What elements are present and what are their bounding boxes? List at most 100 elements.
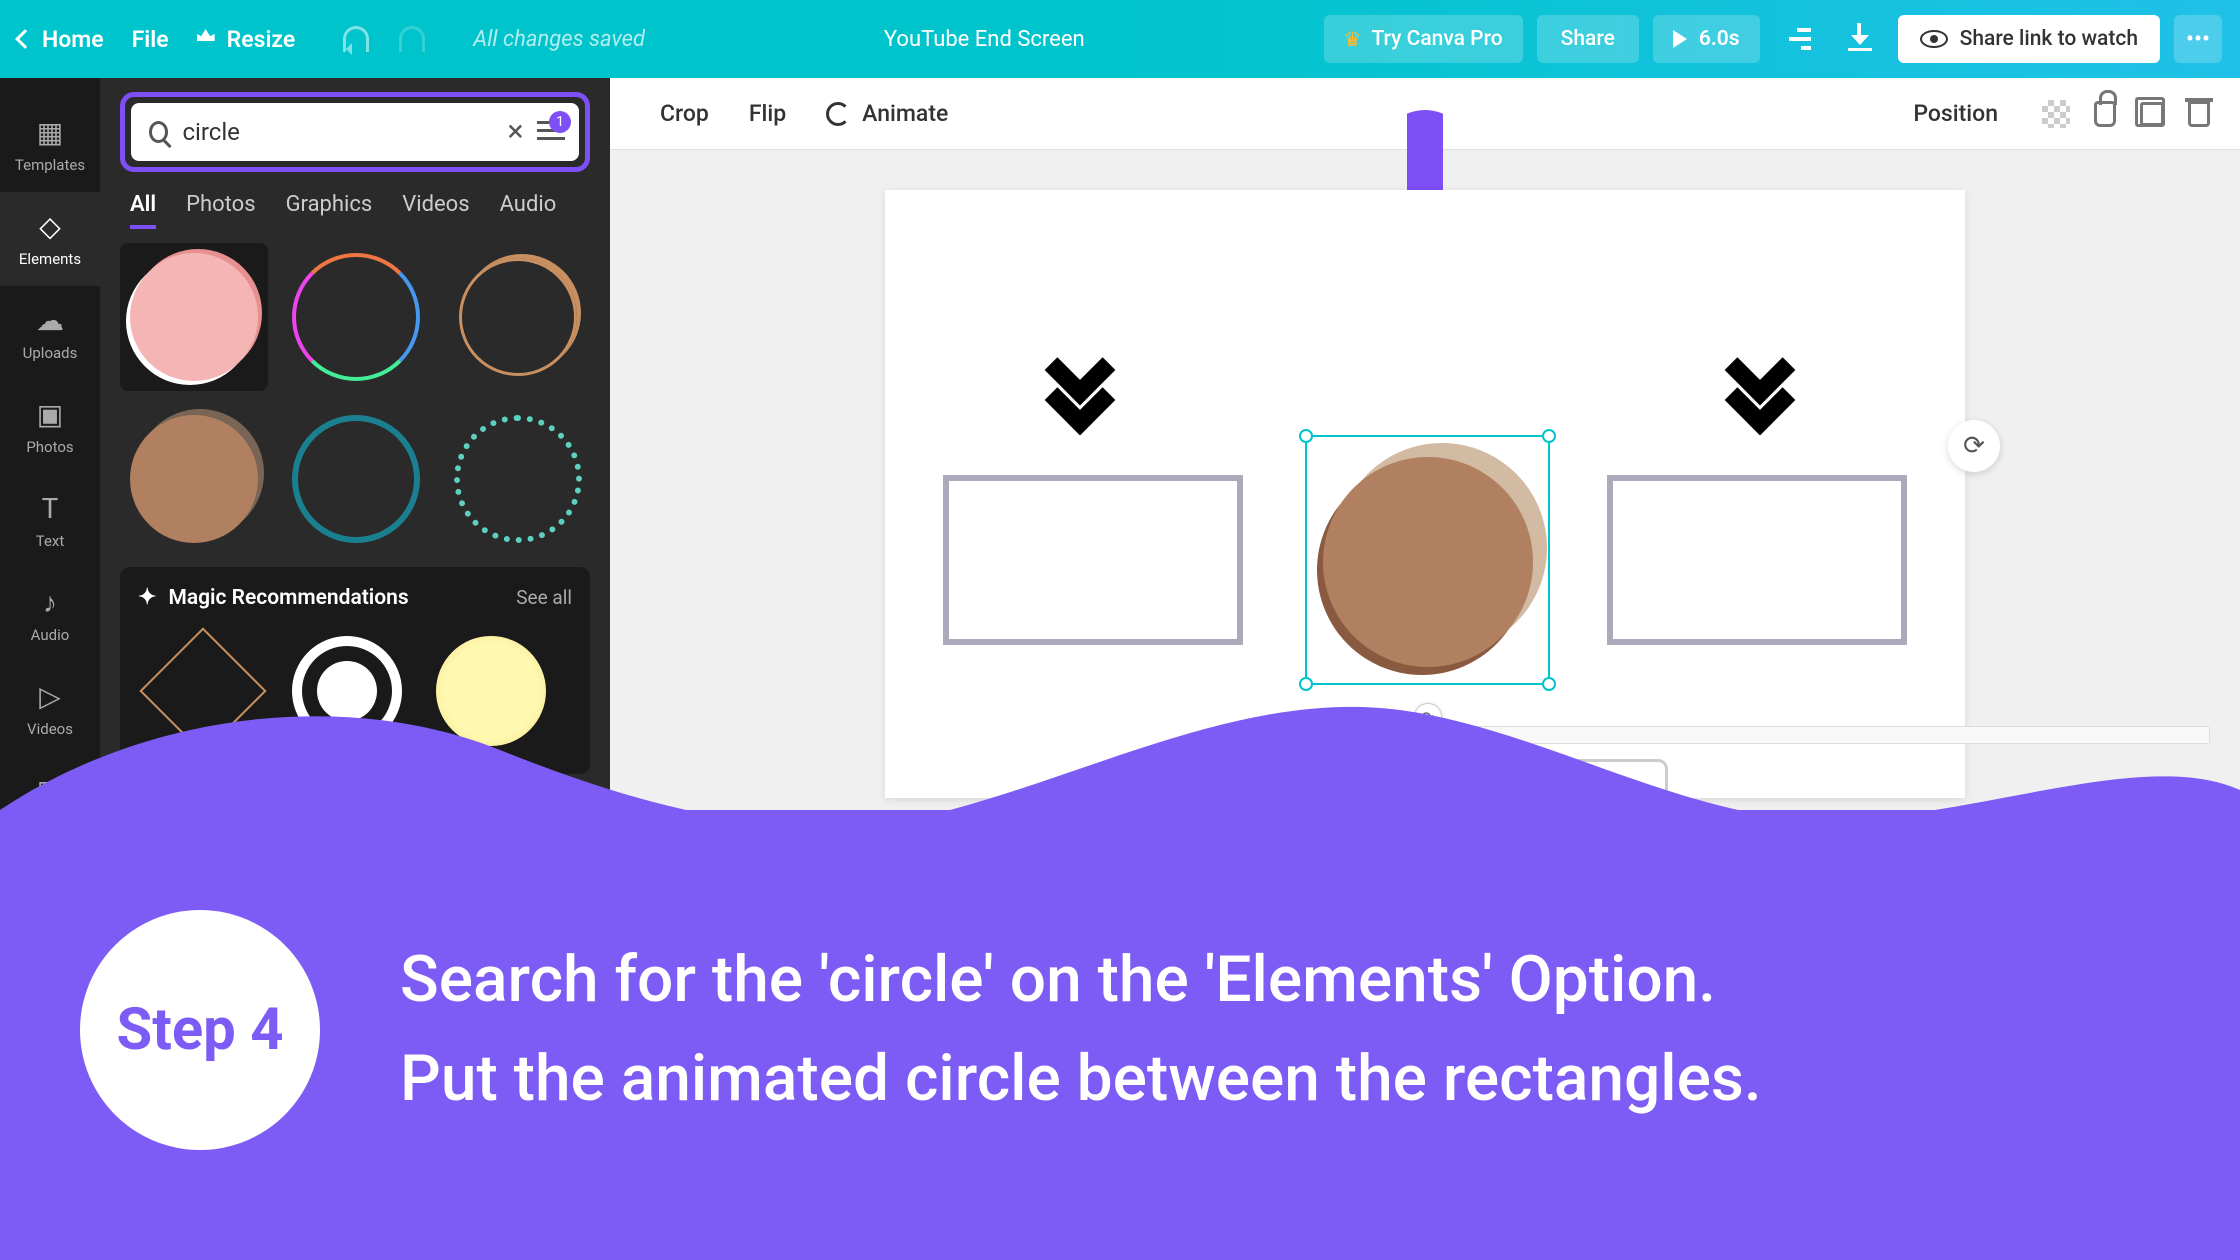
search-filter-button[interactable]: 1 bbox=[537, 121, 561, 143]
more-options-button[interactable]: ••• bbox=[2174, 15, 2222, 63]
duplicate-button[interactable] bbox=[2140, 102, 2164, 126]
element-result[interactable] bbox=[444, 405, 592, 553]
search-highlight: × 1 bbox=[120, 92, 590, 172]
try-pro-button[interactable]: ♛ Try Canva Pro bbox=[1324, 15, 1523, 63]
save-status: All changes saved bbox=[473, 27, 645, 52]
circle-element bbox=[1323, 457, 1533, 667]
element-result[interactable] bbox=[282, 405, 430, 553]
text-icon: T bbox=[34, 492, 66, 524]
resize-handle[interactable] bbox=[1542, 429, 1556, 443]
file-menu[interactable]: File bbox=[132, 26, 169, 53]
circle-rainbow-icon bbox=[292, 253, 420, 381]
rail-text[interactable]: T Text bbox=[0, 474, 100, 568]
templates-icon: ▦ bbox=[34, 116, 66, 148]
duration-label: 6.0s bbox=[1699, 27, 1740, 51]
share-button[interactable]: Share bbox=[1537, 15, 1639, 63]
chart-icon bbox=[1785, 28, 1811, 50]
chevron-down-element[interactable] bbox=[1035, 345, 1135, 445]
element-result[interactable] bbox=[444, 243, 592, 391]
element-result[interactable] bbox=[120, 405, 268, 553]
elements-icon: ◇ bbox=[34, 210, 66, 242]
instruction-overlay: Step 4 Search for the 'circle' on the 'E… bbox=[0, 810, 2240, 1260]
rail-templates[interactable]: ▦ Templates bbox=[0, 98, 100, 192]
rail-audio[interactable]: ♪ Audio bbox=[0, 568, 100, 662]
circle-pink-icon bbox=[130, 253, 258, 381]
animate-button[interactable]: Animate bbox=[806, 92, 968, 135]
chevron-left-icon bbox=[15, 29, 35, 49]
play-preview-button[interactable]: 6.0s bbox=[1653, 15, 1760, 63]
home-button[interactable]: Home bbox=[18, 26, 104, 53]
audio-icon: ♪ bbox=[34, 586, 66, 618]
eye-icon bbox=[1920, 30, 1948, 48]
animate-icon bbox=[826, 102, 850, 126]
topbar-right: ♛ Try Canva Pro Share 6.0s Share link to… bbox=[1324, 15, 2222, 63]
toolbar-right: Position bbox=[1893, 92, 2210, 135]
element-result[interactable] bbox=[282, 243, 430, 391]
regenerate-button[interactable]: ⟳ bbox=[1948, 420, 2000, 472]
circle-dotted-icon bbox=[454, 415, 582, 543]
animate-label: Animate bbox=[862, 100, 948, 127]
circle-brown-icon bbox=[130, 415, 258, 543]
magic-title-group: ✦ Magic Recommendations bbox=[138, 585, 409, 610]
tab-photos[interactable]: Photos bbox=[186, 192, 255, 229]
transparency-button[interactable] bbox=[2042, 100, 2070, 128]
wave-shape bbox=[0, 670, 2240, 850]
video-placeholder[interactable] bbox=[943, 475, 1243, 645]
sparkle-icon: ✦ bbox=[138, 585, 156, 610]
rail-elements[interactable]: ◇ Elements bbox=[0, 192, 100, 286]
see-all-link[interactable]: See all bbox=[516, 586, 572, 609]
insights-button[interactable] bbox=[1774, 15, 1822, 63]
share-link-button[interactable]: Share link to watch bbox=[1898, 15, 2160, 63]
crop-button[interactable]: Crop bbox=[640, 92, 729, 135]
play-icon bbox=[1673, 30, 1687, 48]
results-grid bbox=[120, 243, 590, 553]
tab-audio[interactable]: Audio bbox=[500, 192, 557, 229]
position-button[interactable]: Position bbox=[1893, 92, 2018, 135]
rail-uploads-label: Uploads bbox=[23, 344, 78, 362]
search-icon bbox=[149, 121, 168, 143]
delete-button[interactable] bbox=[2188, 101, 2210, 127]
flip-button[interactable]: Flip bbox=[729, 92, 806, 135]
top-bar: Home File Resize All changes saved YouTu… bbox=[0, 0, 2240, 78]
element-result[interactable] bbox=[120, 243, 268, 391]
magic-title: Magic Recommendations bbox=[168, 586, 408, 610]
photos-icon: ▣ bbox=[34, 398, 66, 430]
resize-handle[interactable] bbox=[1299, 429, 1313, 443]
tab-videos[interactable]: Videos bbox=[402, 192, 469, 229]
resize-label: Resize bbox=[227, 26, 296, 53]
crown-icon bbox=[197, 29, 217, 49]
rail-elements-label: Elements bbox=[19, 250, 81, 268]
download-icon bbox=[1848, 27, 1872, 51]
instruction-line2: Put the animated circle between the rect… bbox=[400, 1029, 1762, 1128]
step-badge: Step 4 bbox=[80, 910, 320, 1150]
tab-graphics[interactable]: Graphics bbox=[286, 192, 373, 229]
try-pro-label: Try Canva Pro bbox=[1371, 27, 1502, 51]
rail-photos-label: Photos bbox=[26, 438, 73, 456]
undo-redo-group bbox=[343, 26, 425, 52]
share-link-label: Share link to watch bbox=[1960, 27, 2138, 51]
resize-button[interactable]: Resize bbox=[197, 26, 296, 53]
uploads-icon: ☁ bbox=[34, 304, 66, 336]
undo-button[interactable] bbox=[343, 26, 369, 52]
video-placeholder[interactable] bbox=[1607, 475, 1907, 645]
download-button[interactable] bbox=[1836, 15, 1884, 63]
redo-button[interactable] bbox=[399, 26, 425, 52]
search-box: × 1 bbox=[131, 103, 579, 161]
document-title[interactable]: YouTube End Screen bbox=[645, 27, 1324, 52]
search-input[interactable] bbox=[182, 118, 493, 146]
circle-outline-icon bbox=[459, 258, 577, 376]
instruction-text: Search for the 'circle' on the 'Elements… bbox=[400, 930, 1762, 1128]
rail-text-label: Text bbox=[36, 532, 65, 550]
rail-audio-label: Audio bbox=[31, 626, 70, 644]
rail-templates-label: Templates bbox=[15, 156, 85, 174]
selected-element[interactable]: ⟳ bbox=[1305, 435, 1550, 685]
lock-button[interactable] bbox=[2094, 101, 2116, 127]
tab-all[interactable]: All bbox=[130, 192, 156, 229]
search-tabs: All Photos Graphics Videos Audio bbox=[120, 186, 590, 243]
search-clear-button[interactable]: × bbox=[507, 117, 523, 147]
rail-uploads[interactable]: ☁ Uploads bbox=[0, 286, 100, 380]
rail-photos[interactable]: ▣ Photos bbox=[0, 380, 100, 474]
filter-badge: 1 bbox=[549, 111, 571, 133]
chevron-down-element[interactable] bbox=[1715, 345, 1815, 445]
crown-icon: ♛ bbox=[1344, 27, 1362, 51]
